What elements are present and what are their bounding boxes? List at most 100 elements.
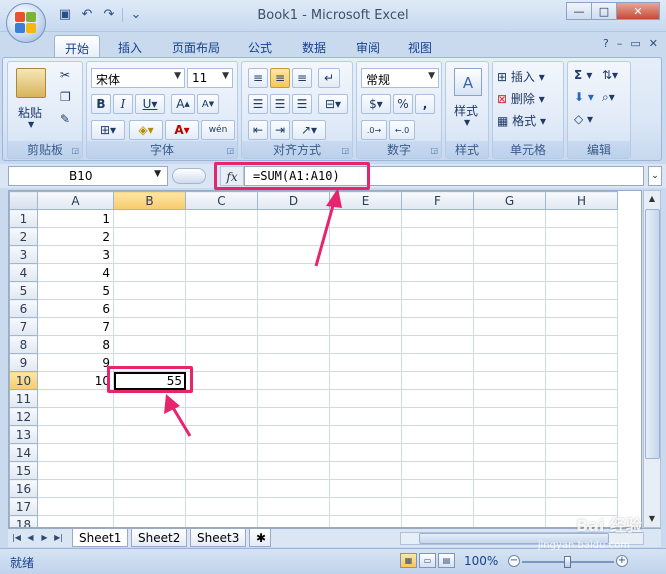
underline-button[interactable]: U▾ (135, 94, 165, 114)
cell[interactable] (113, 515, 186, 527)
cell[interactable] (473, 335, 546, 354)
cell-a[interactable]: 6 (37, 299, 114, 318)
scroll-down-icon[interactable]: ▼ (644, 511, 660, 527)
tab-insert[interactable]: 插入 (108, 35, 152, 58)
cell[interactable] (329, 389, 402, 408)
first-sheet-icon[interactable]: |◀ (10, 531, 23, 545)
name-box[interactable]: B10 ▼ (8, 166, 168, 186)
row-header[interactable]: 16 (9, 479, 38, 498)
cell[interactable] (329, 515, 402, 527)
cell[interactable] (401, 407, 474, 426)
styles-button[interactable]: 样式 (454, 102, 478, 119)
cell[interactable] (329, 443, 402, 462)
cut-icon[interactable]: ✂ (60, 68, 70, 82)
border-icon[interactable]: ⊞▾ (91, 120, 125, 140)
orientation-icon[interactable]: ↗▾ (292, 120, 326, 140)
scroll-up-icon[interactable]: ▲ (644, 191, 660, 207)
tab-home[interactable]: 开始 (54, 35, 101, 58)
number-launcher-icon[interactable]: ◲ (430, 146, 438, 155)
cell[interactable] (473, 515, 546, 527)
ribbon-minimize-icon[interactable]: – (617, 37, 623, 50)
clear-icon[interactable]: ◇ ▾ (574, 112, 593, 126)
format-cells-button[interactable]: ▦ 格式 ▾ (497, 112, 546, 129)
cell[interactable] (113, 335, 186, 354)
cell-a[interactable] (37, 443, 114, 462)
cell[interactable] (545, 209, 618, 228)
cell[interactable] (329, 353, 402, 372)
decrease-indent-icon[interactable]: ⇤ (248, 120, 268, 140)
cell[interactable] (545, 299, 618, 318)
row-header[interactable]: 8 (9, 335, 38, 354)
styles-dropdown-icon[interactable]: ▼ (464, 118, 470, 127)
cell[interactable] (185, 353, 258, 372)
cell[interactable] (401, 443, 474, 462)
insert-sheet-icon[interactable]: ✱ (249, 529, 271, 547)
align-middle-icon[interactable]: ≡ (270, 68, 290, 88)
align-center-icon[interactable]: ☰ (270, 94, 290, 114)
cell[interactable] (185, 281, 258, 300)
cell[interactable] (257, 335, 330, 354)
increase-font-icon[interactable]: A ▲ (171, 94, 195, 114)
comma-icon[interactable]: , (415, 94, 435, 114)
formula-expand-icon[interactable]: ⌄ (648, 166, 662, 186)
cell[interactable] (329, 479, 402, 498)
cell[interactable] (329, 461, 402, 480)
cell[interactable] (401, 299, 474, 318)
cell[interactable] (545, 353, 618, 372)
cell[interactable] (473, 245, 546, 264)
vertical-scroll-thumb[interactable] (645, 209, 660, 459)
cell[interactable] (329, 335, 402, 354)
cell[interactable] (473, 353, 546, 372)
styles-icon[interactable]: A (454, 68, 482, 96)
last-sheet-icon[interactable]: ▶| (52, 531, 65, 545)
cell-a[interactable] (37, 497, 114, 516)
maximize-button[interactable]: □ (591, 2, 617, 20)
find-select-icon[interactable]: ⌕▾ (602, 90, 615, 105)
italic-button[interactable]: I (113, 94, 133, 114)
tab-review[interactable]: 审阅 (346, 35, 390, 58)
cell[interactable] (473, 317, 546, 336)
cell[interactable] (113, 281, 186, 300)
paste-dropdown-icon[interactable]: ▼ (28, 120, 34, 129)
decrease-font-icon[interactable]: A ▼ (197, 94, 219, 114)
cell-a[interactable]: 3 (37, 245, 114, 264)
cell[interactable] (113, 461, 186, 480)
sort-filter-icon[interactable]: ⇅▾ (602, 68, 618, 82)
close-button[interactable]: ✕ (616, 2, 660, 20)
row-header[interactable]: 10 (9, 371, 38, 390)
percent-icon[interactable]: % (393, 94, 413, 114)
column-header-f[interactable]: F (401, 191, 474, 210)
cell-a[interactable] (37, 407, 114, 426)
cell[interactable] (113, 263, 186, 282)
office-button[interactable] (6, 3, 46, 43)
cell[interactable] (329, 281, 402, 300)
cell[interactable] (545, 425, 618, 444)
sheet-tab-2[interactable]: Sheet2 (131, 529, 188, 547)
cell[interactable] (257, 299, 330, 318)
cell[interactable] (329, 299, 402, 318)
cell-a[interactable]: 4 (37, 263, 114, 282)
tab-formulas[interactable]: 公式 (238, 35, 282, 58)
vertical-scrollbar[interactable]: ▲ ▼ (643, 190, 661, 528)
minimize-button[interactable]: — (566, 2, 592, 20)
cell[interactable] (545, 407, 618, 426)
zoom-slider[interactable]: − + (508, 555, 628, 568)
cell[interactable] (257, 317, 330, 336)
row-header[interactable]: 5 (9, 281, 38, 300)
cell[interactable] (473, 497, 546, 516)
align-right-icon[interactable]: ☰ (292, 94, 312, 114)
cell[interactable] (545, 263, 618, 282)
cell[interactable] (473, 479, 546, 498)
row-header[interactable]: 2 (9, 227, 38, 246)
cell[interactable] (185, 245, 258, 264)
row-header[interactable]: 14 (9, 443, 38, 462)
cell[interactable] (473, 281, 546, 300)
clipboard-launcher-icon[interactable]: ◲ (71, 146, 79, 155)
cell[interactable] (473, 263, 546, 282)
cell[interactable] (329, 317, 402, 336)
cell[interactable] (185, 227, 258, 246)
cell-a[interactable]: 10 (37, 371, 114, 390)
row-header[interactable]: 15 (9, 461, 38, 480)
zoom-knob[interactable] (564, 556, 571, 568)
column-header-b[interactable]: B (113, 191, 186, 210)
